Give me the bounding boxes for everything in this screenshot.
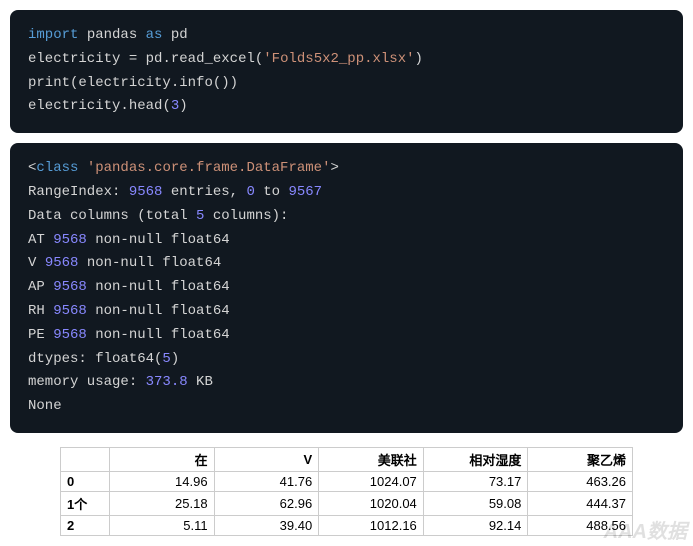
- var-electricity-2: electricity: [78, 75, 170, 91]
- max-idx: 9567: [288, 184, 322, 200]
- dtypes-pre: dtypes: float64(: [28, 351, 162, 367]
- cell: 39.40: [214, 515, 319, 535]
- col-rh: RH: [28, 303, 53, 319]
- cell: 25.18: [110, 491, 215, 515]
- row-idx: 1个: [61, 491, 110, 515]
- table-header-row: 在 V 美联社 相对湿度 聚乙烯: [61, 447, 633, 471]
- cell: 59.08: [423, 491, 528, 515]
- dot-info: .info(): [171, 75, 230, 91]
- none: None: [28, 398, 62, 414]
- kw-as: as: [146, 27, 163, 43]
- close-paren-3: ): [179, 98, 187, 114]
- close-paren-2: ): [230, 75, 238, 91]
- header-c3: 美联社: [319, 447, 424, 471]
- rh-suffix: non-null float64: [87, 303, 230, 319]
- gt: >: [330, 160, 338, 176]
- open-paren-3: (: [162, 98, 170, 114]
- class-str: 'pandas.core.frame.DataFrame': [87, 160, 331, 176]
- col-ap: AP: [28, 279, 53, 295]
- fn-print: print: [28, 75, 70, 91]
- row-idx: 0: [61, 471, 110, 491]
- string-filename: 'Folds5x2_pp.xlsx': [263, 51, 414, 67]
- code-output-block: <class 'pandas.core.frame.DataFrame'> Ra…: [10, 143, 683, 433]
- mem-unit: KB: [188, 374, 213, 390]
- table-row: 0 14.96 41.76 1024.07 73.17 463.26: [61, 471, 633, 491]
- datacols-post: columns):: [204, 208, 288, 224]
- eq-sign: =: [120, 51, 145, 67]
- col-pe: PE: [28, 327, 53, 343]
- module-pandas: pandas: [87, 27, 137, 43]
- kw-import: import: [28, 27, 78, 43]
- ap-count: 9568: [53, 279, 87, 295]
- pd-dot: pd.: [146, 51, 171, 67]
- v-count: 9568: [45, 255, 79, 271]
- dot-head: .head: [120, 98, 162, 114]
- at-count: 9568: [53, 232, 87, 248]
- dtypes-n: 5: [162, 351, 170, 367]
- cell: 73.17: [423, 471, 528, 491]
- zero: 0: [246, 184, 254, 200]
- cell: 41.76: [214, 471, 319, 491]
- code-input-block: import pandas as pd electricity = pd.rea…: [10, 10, 683, 133]
- entries-mid: entries,: [162, 184, 246, 200]
- col-v: V: [28, 255, 45, 271]
- header-c4: 相对湿度: [423, 447, 528, 471]
- cell: 62.96: [214, 491, 319, 515]
- header-c2: V: [214, 447, 319, 471]
- row-idx: 2: [61, 515, 110, 535]
- fn-read-excel: read_excel: [171, 51, 255, 67]
- dtypes-post: ): [171, 351, 179, 367]
- var-electricity: electricity: [28, 51, 120, 67]
- cell: 14.96: [110, 471, 215, 491]
- cell: 444.37: [528, 491, 633, 515]
- header-c1: 在: [110, 447, 215, 471]
- rangeindex-pre: RangeIndex:: [28, 184, 129, 200]
- header-blank: [61, 447, 110, 471]
- cell: 1024.07: [319, 471, 424, 491]
- close-paren: ): [415, 51, 423, 67]
- number-3: 3: [171, 98, 179, 114]
- cell: 92.14: [423, 515, 528, 535]
- pe-count: 9568: [53, 327, 87, 343]
- datacols-pre: Data columns (total: [28, 208, 196, 224]
- header-c5: 聚乙烯: [528, 447, 633, 471]
- cell: 5.11: [110, 515, 215, 535]
- n-entries: 9568: [129, 184, 163, 200]
- cell: 1012.16: [319, 515, 424, 535]
- ap-suffix: non-null float64: [87, 279, 230, 295]
- kw-class: class: [36, 160, 78, 176]
- pe-suffix: non-null float64: [87, 327, 230, 343]
- mem-pre: memory usage:: [28, 374, 146, 390]
- v-suffix: non-null float64: [78, 255, 221, 271]
- table-row: 1个 25.18 62.96 1020.04 59.08 444.37: [61, 491, 633, 515]
- at-suffix: non-null float64: [87, 232, 230, 248]
- to: to: [255, 184, 289, 200]
- var-electricity-3: electricity: [28, 98, 120, 114]
- col-at: AT: [28, 232, 53, 248]
- alias-pd: pd: [171, 27, 188, 43]
- cell: 1020.04: [319, 491, 424, 515]
- table-row: 2 5.11 39.40 1012.16 92.14 488.56: [61, 515, 633, 535]
- mem-val: 373.8: [146, 374, 188, 390]
- dataframe-table-wrap: 在 V 美联社 相对湿度 聚乙烯 0 14.96 41.76 1024.07 7…: [10, 447, 683, 536]
- dataframe-table: 在 V 美联社 相对湿度 聚乙烯 0 14.96 41.76 1024.07 7…: [60, 447, 633, 536]
- cell: 463.26: [528, 471, 633, 491]
- rh-count: 9568: [53, 303, 87, 319]
- cell: 488.56: [528, 515, 633, 535]
